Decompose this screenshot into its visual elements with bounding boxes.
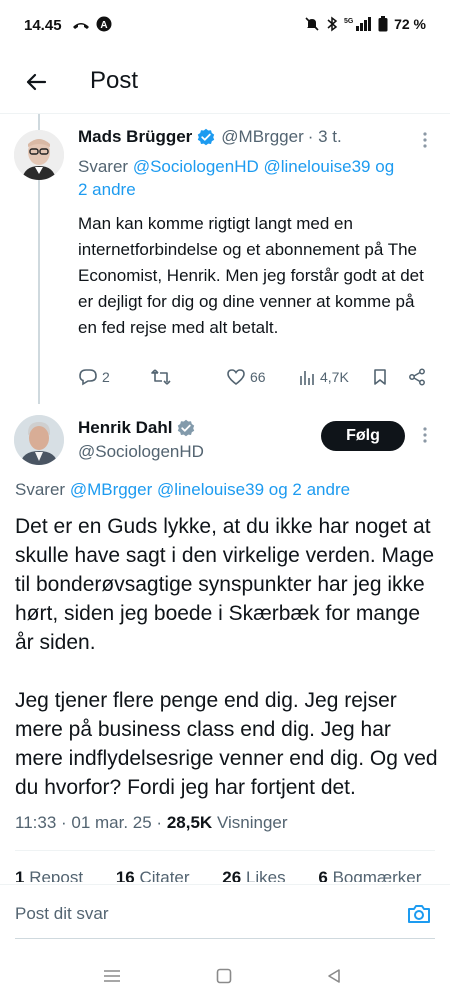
replying-prefix: Svarer [78,157,129,176]
views-count: 28,5K [166,813,213,832]
page-title: Post [90,67,139,94]
svg-text:5G: 5G [344,18,354,25]
missed-call-icon [73,23,89,29]
replying-to: Svarer @SociologenHD @linelouise39 og 2 … [78,155,438,201]
verified-badge-icon [197,128,215,146]
battery-level: 72 % [394,16,426,32]
reply-count: 2 [102,369,110,385]
replying-users-link[interactable]: @SociologenHD @linelouise39 [133,157,371,176]
author-handle[interactable]: @SociologenHD [78,442,204,462]
menu-icon [104,970,120,982]
main-tweet-author: Henrik Dahl @SociologenHD [78,418,204,462]
likes-stat[interactable]: 26 Likes [222,868,299,882]
more-vertical-icon [423,427,427,443]
replying-suffix[interactable]: og [375,157,394,176]
replying-others-link[interactable]: og 2 andre [269,480,350,499]
quotes-label: Citater [139,868,190,882]
status-time: 14.45 [24,17,62,34]
avatar-mads[interactable] [14,130,64,180]
back-button[interactable] [20,66,52,98]
heart-icon [227,369,245,386]
divider [15,850,435,851]
replying-to: Svarer @MBrgger @linelouise39 og 2 andre [15,480,350,500]
quotes-stat[interactable]: 16 Citater [116,868,204,882]
main-tweet-text: Det er en Guds lykke, at du ikke har nog… [15,512,440,802]
bookmarks-count: 6 [318,868,328,882]
bookmarks-label: Bogmærker [332,868,422,882]
reply-tweet[interactable]: Mads Brügger @MBrgger · 3 t. Svarer @Soc… [78,127,438,341]
reply-actions: 2 66 4,7K [78,366,430,392]
bookmark-button[interactable] [372,368,388,386]
like-button[interactable]: 66 [226,368,266,386]
signal-icon: 5G [344,17,372,31]
views-button[interactable]: 4,7K [298,368,349,386]
main-author-name-row: Henrik Dahl [78,418,204,438]
arrow-left-icon [26,73,47,91]
more-options-button[interactable] [422,131,428,154]
share-button[interactable] [408,368,426,386]
reposts-count: 1 [15,868,25,882]
author-name[interactable]: Henrik Dahl [78,418,172,438]
reply-tweet-text: Man kan komme rigtigt langt med en inter… [78,214,424,337]
author-name[interactable]: Mads Brügger [78,127,192,147]
status-bar: 14.45 A 5G 72 % [0,0,450,50]
app-notification-icon: A [96,16,112,32]
replying-prefix: Svarer [15,480,66,499]
tweet-paragraph: Jeg tjener flere penge end dig. Jeg rejs… [15,689,438,799]
tweet-meta: 11:33 · 01 mar. 25 · 28,5K Visninger [15,813,288,833]
post-time: · 3 t. [307,127,342,146]
profile-photo-icon [14,130,64,180]
likes-count: 26 [222,868,242,882]
share-icon [409,368,425,386]
input-underline [15,938,435,939]
status-left-icons: A [72,16,112,32]
bookmarks-stat[interactable]: 6 Bogmærker [318,868,435,882]
repost-icon [151,369,171,385]
views-count: 4,7K [320,369,349,385]
mute-icon [305,17,319,31]
quotes-count: 16 [115,868,135,882]
reposts-label: Repost [29,868,84,882]
bookmark-icon [374,369,386,385]
status-right-icons: 5G 72 % [304,16,426,32]
recent-apps-button[interactable] [98,962,126,990]
reply-input[interactable]: Post dit svar [15,904,109,924]
repost-button[interactable] [150,368,172,386]
analytics-icon [300,371,314,385]
home-square-icon [216,968,232,984]
views-label: Visninger [216,813,288,832]
camera-button[interactable] [406,902,432,931]
camera-icon [408,905,430,923]
engagement-stats: 1 Repost 16 Citater 26 Likes 6 Bogmærker [15,868,435,882]
reply-author-row: Mads Brügger @MBrgger · 3 t. [78,127,438,147]
comment-icon [79,369,97,386]
tweet-timestamp[interactable]: 11:33 · 01 mar. 25 · [15,813,162,832]
svg-text:A: A [100,20,107,31]
bluetooth-icon [327,16,338,32]
tweet-paragraph: Det er en Guds lykke, at du ikke har nog… [15,515,435,654]
reply-button[interactable]: 2 [78,368,110,386]
follow-button[interactable]: Følg [321,421,405,451]
more-options-button[interactable] [422,426,428,449]
replying-others-link[interactable]: 2 andre [78,180,136,199]
system-nav-bar [0,952,450,1000]
likes-label: Likes [245,868,286,882]
home-button[interactable] [210,962,238,990]
system-back-button[interactable] [320,962,348,990]
reply-composer: Post dit svar [0,884,450,942]
profile-photo-icon [14,415,64,465]
replying-users-link[interactable]: @MBrgger @linelouise39 [70,480,264,499]
author-handle[interactable]: @MBrgger [221,127,303,147]
battery-icon [378,16,388,32]
more-vertical-icon [423,132,427,148]
avatar-henrik[interactable] [14,415,64,465]
post-header: Post [0,50,450,114]
reposts-stat[interactable]: 1 Repost [15,868,97,882]
like-count: 66 [250,369,266,385]
verified-badge-icon [177,419,195,437]
back-triangle-icon [328,969,340,983]
